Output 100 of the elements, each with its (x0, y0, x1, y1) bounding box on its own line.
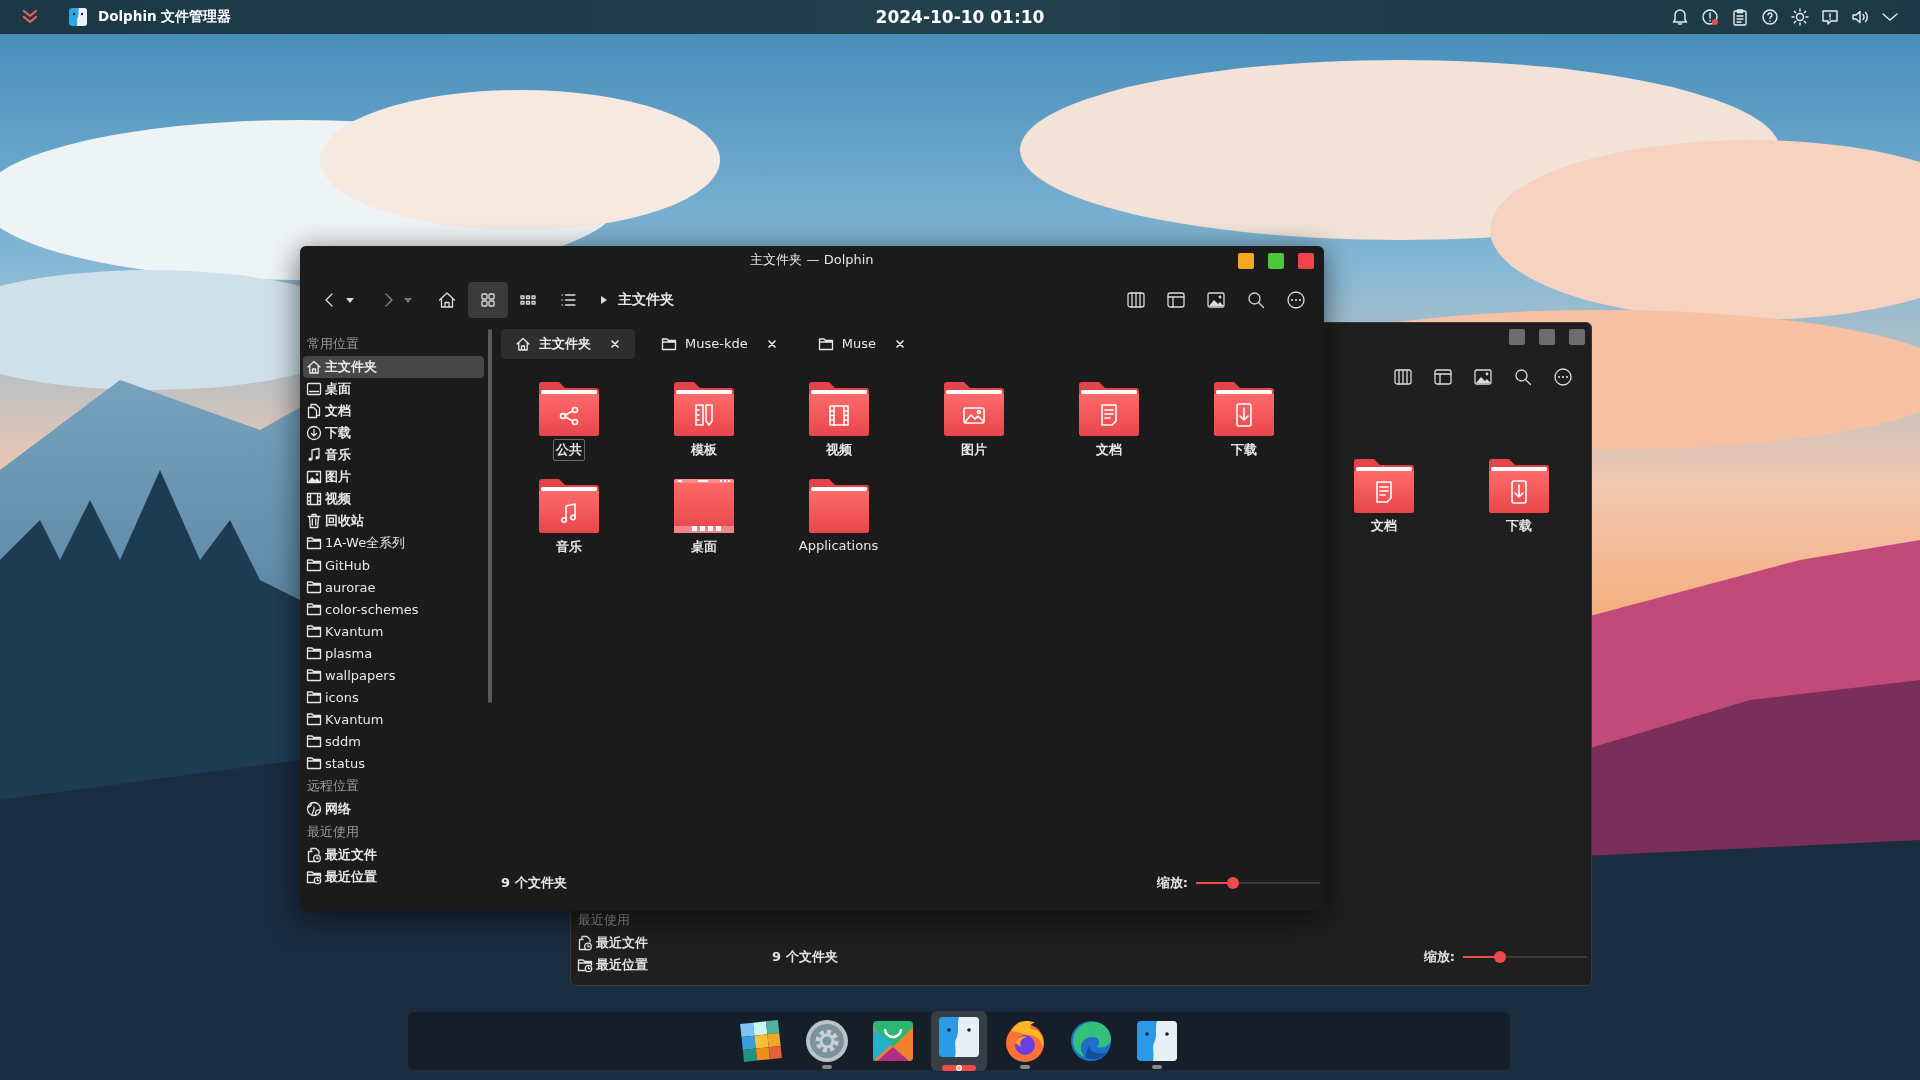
help-icon[interactable] (1760, 7, 1780, 27)
sidebar-item[interactable]: 最近文件 (303, 844, 484, 866)
sidebar-item[interactable]: 图片 (303, 466, 484, 488)
sidebar-item[interactable]: 最近位置 (303, 866, 484, 888)
download-icon (306, 425, 322, 441)
tab[interactable]: Muse (803, 328, 920, 359)
status-text: 9 个文件夹 (772, 948, 838, 966)
sidebar-item[interactable]: 网络 (303, 798, 484, 820)
image-preview-icon[interactable] (1473, 366, 1493, 387)
sidebar-item[interactable]: 下载 (303, 422, 484, 444)
more-options-icon[interactable] (1553, 366, 1573, 387)
folder-name[interactable]: Applications (795, 536, 882, 555)
sidebar-item[interactable]: plasma (303, 642, 484, 664)
sidebar-item[interactable]: 文档 (303, 400, 484, 422)
globe-icon (306, 801, 322, 817)
folder-icon[interactable] (806, 478, 871, 534)
folder-icon (306, 557, 322, 573)
breadcrumb-item[interactable]: 主文件夹 (618, 290, 674, 309)
bell-icon[interactable] (1670, 7, 1690, 27)
more-options-icon[interactable] (1286, 289, 1306, 310)
info-icon[interactable] (1700, 7, 1720, 27)
documents-icon (306, 403, 322, 419)
folder-name[interactable]: 下载 (1503, 516, 1534, 536)
brightness-icon[interactable] (1790, 7, 1810, 27)
slider-handle[interactable] (1494, 951, 1507, 963)
folder-icon (306, 689, 322, 705)
document-folder-icon[interactable] (1351, 458, 1416, 514)
search-icon[interactable] (1513, 366, 1533, 387)
zoom-label: 缩放: (1423, 948, 1455, 966)
sidebar-item[interactable]: 最近文件 (574, 932, 759, 954)
search-icon[interactable] (1246, 289, 1266, 310)
panel-layout-icon[interactable] (1433, 366, 1453, 387)
close-icon[interactable] (893, 337, 906, 350)
recent-file-icon (306, 847, 322, 863)
folder-name[interactable]: 桌面 (687, 536, 720, 558)
sidebar-item[interactable]: icons (303, 686, 484, 708)
folder-name[interactable]: 文档 (1092, 439, 1125, 461)
sidebar-item[interactable]: 桌面 (303, 378, 484, 400)
sidebar-item[interactable]: 音乐 (303, 444, 484, 466)
download-folder-icon[interactable] (1211, 381, 1276, 437)
close-icon[interactable] (765, 337, 778, 350)
clipboard-icon[interactable] (1730, 7, 1750, 27)
music-note-icon (306, 447, 322, 463)
recent-folder-icon (306, 869, 322, 885)
slider-handle[interactable] (1227, 877, 1240, 889)
folder-name[interactable]: 视频 (822, 439, 855, 461)
folder-icon (306, 623, 322, 639)
image-preview-icon[interactable] (1206, 289, 1226, 310)
breadcrumb-arrow-icon (600, 294, 608, 305)
folder-icon (306, 645, 322, 661)
sidebar-item[interactable]: aurorae (303, 576, 484, 598)
music-folder-icon[interactable] (536, 478, 601, 534)
folder-icon (306, 579, 322, 595)
ruler-folder-icon[interactable] (671, 381, 736, 437)
sidebar-item[interactable]: 视频 (303, 488, 484, 510)
status-text: 9 个文件夹 (501, 874, 567, 892)
download-folder-icon[interactable] (1486, 458, 1551, 514)
chat-icon[interactable] (1820, 7, 1840, 27)
folder-name[interactable]: 公共 (552, 439, 585, 461)
folder-icon (306, 535, 322, 551)
sidebar-heading: 最近使用 (306, 823, 360, 841)
picture-icon (306, 469, 322, 485)
clock[interactable]: 2024-10-10 01:10 (875, 7, 1045, 27)
folder-name[interactable]: 下载 (1227, 439, 1260, 461)
share-folder-icon[interactable] (536, 381, 601, 437)
document-folder-icon[interactable] (1076, 381, 1141, 437)
film-icon (306, 491, 322, 507)
folder-name[interactable]: 模板 (687, 439, 720, 461)
panel-layout-icon[interactable] (1166, 289, 1186, 310)
dock-item[interactable] (931, 1011, 987, 1071)
folder-icon (306, 733, 322, 749)
sidebar-item[interactable]: color-schemes (303, 598, 484, 620)
sidebar-item[interactable]: Kvantum (303, 620, 484, 642)
sidebar-item[interactable]: 主文件夹 (303, 356, 484, 378)
split-view-icon[interactable] (1126, 289, 1146, 310)
sidebar-item[interactable]: GitHub (303, 554, 484, 576)
sidebar-item[interactable]: status (303, 752, 484, 774)
scrollbar-handle[interactable] (488, 329, 492, 703)
folder-name[interactable]: 文档 (1368, 516, 1399, 536)
tab[interactable]: 主文件夹 (501, 328, 635, 359)
recent-file-icon (577, 935, 593, 951)
tab[interactable]: Muse-kde (647, 328, 792, 359)
picture-folder-icon[interactable] (941, 381, 1006, 437)
home-icon (515, 335, 531, 352)
folder-name[interactable]: 音乐 (552, 536, 585, 558)
sidebar-item[interactable]: Kvantum (303, 708, 484, 730)
sidebar-item[interactable]: 回收站 (303, 510, 484, 532)
sidebar-heading: 最近使用 (577, 911, 631, 929)
sidebar-item[interactable]: 1A-We全系列 (303, 532, 484, 554)
sidebar-item[interactable]: 最近位置 (574, 954, 759, 976)
split-view-icon[interactable] (1393, 366, 1413, 387)
desktop-folder-icon[interactable] (671, 478, 736, 534)
sidebar-item[interactable]: wallpapers (303, 664, 484, 686)
sidebar-item[interactable]: sddm (303, 730, 484, 752)
folder-icon (306, 711, 322, 727)
close-icon[interactable] (609, 337, 621, 350)
icon-view-button[interactable] (468, 281, 508, 318)
film-folder-icon[interactable] (806, 381, 871, 437)
folder-icon (306, 755, 322, 771)
folder-name[interactable]: 图片 (957, 439, 990, 461)
